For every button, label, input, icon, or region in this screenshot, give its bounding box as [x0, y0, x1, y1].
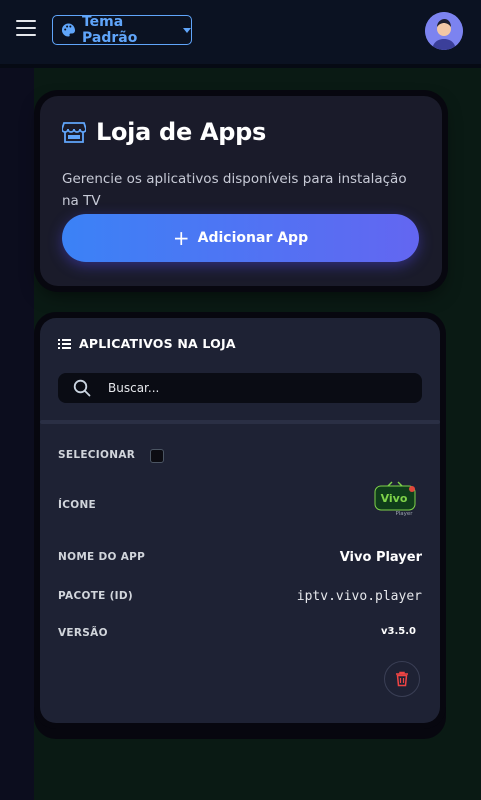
theme-label: Tema Padrão: [81, 14, 138, 46]
chevron-down-icon: [183, 27, 191, 33]
app-logo-subtext: Player: [395, 511, 413, 517]
app-record: SELECIONAR ÍCONE Vivo Player NOME DO APP…: [40, 423, 440, 723]
top-bar: Tema Padrão: [0, 0, 481, 68]
apps-list-card: APLICATIVOS NA LOJA SELECIONAR ÍCONE Viv…: [40, 318, 440, 723]
user-avatar-icon: [425, 12, 463, 50]
store-icon: [62, 122, 86, 143]
list-icon: [58, 338, 71, 349]
app-package: iptv.vivo.player: [296, 589, 422, 604]
page-title: Loja de Apps: [96, 118, 266, 146]
row-package: PACOTE (ID) iptv.vivo.player: [58, 586, 422, 610]
row-name: NOME DO APP Vivo Player: [58, 547, 422, 571]
package-label: PACOTE (ID): [58, 590, 134, 602]
list-heading-row: APLICATIVOS NA LOJA: [58, 336, 236, 351]
page-subtitle: Gerencie os aplicativos disponíveis para…: [62, 170, 407, 209]
select-label: SELECIONAR: [58, 449, 136, 461]
palette-icon: [61, 23, 76, 37]
delete-app-button[interactable]: [384, 661, 420, 697]
search-icon: [73, 379, 91, 397]
add-app-button[interactable]: + Adicionar App: [62, 214, 419, 262]
search-input[interactable]: [106, 380, 400, 396]
app-version: v3.5.0: [381, 626, 416, 637]
avatar[interactable]: [425, 12, 463, 50]
select-checkbox[interactable]: [150, 449, 164, 463]
version-label: VERSÃO: [58, 627, 108, 639]
app-name: Vivo Player: [339, 550, 422, 565]
name-label: NOME DO APP: [58, 551, 146, 563]
row-icon: ÍCONE Vivo Player: [58, 481, 422, 519]
icon-label: ÍCONE: [58, 499, 96, 511]
side-strip: [0, 0, 34, 800]
list-heading: APLICATIVOS NA LOJA: [79, 336, 236, 351]
page-title-row: Loja de Apps: [62, 118, 266, 146]
app-logo-text: Vivo: [381, 492, 408, 505]
theme-selector-button[interactable]: Tema Padrão: [52, 14, 192, 46]
plus-icon: +: [172, 226, 190, 250]
menu-icon[interactable]: [16, 20, 36, 38]
row-version: VERSÃO v3.5.0: [58, 623, 422, 647]
row-select: SELECIONAR: [58, 445, 422, 469]
search-box: [58, 373, 422, 403]
trash-icon: [396, 671, 408, 687]
store-hero-card: Loja de Apps Gerencie os aplicativos dis…: [40, 96, 442, 286]
add-app-label: Adicionar App: [197, 230, 309, 246]
app-logo-icon: Vivo Player: [374, 481, 416, 517]
